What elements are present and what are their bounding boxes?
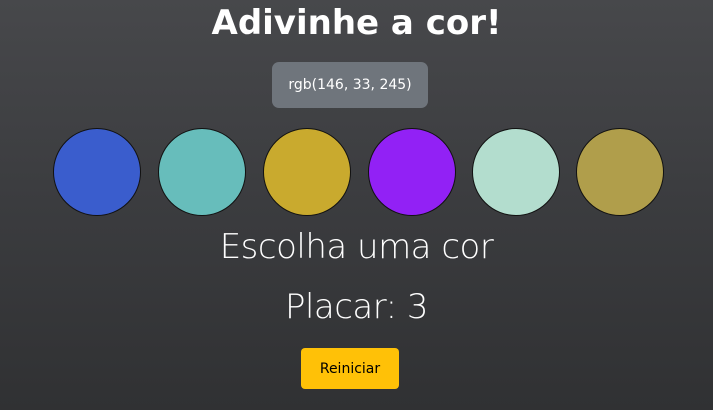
game-title: Adivinhe a cor! (211, 3, 502, 43)
score-display: Placar: 3 (284, 287, 429, 327)
color-swatch[interactable] (263, 128, 351, 216)
color-swatch[interactable] (53, 128, 141, 216)
status-message: Escolha uma cor (219, 227, 494, 267)
color-swatch-row (53, 128, 665, 216)
color-swatch[interactable] (368, 128, 456, 216)
target-rgb-label: rgb(146, 33, 245) (288, 77, 412, 93)
target-color-badge: rgb(146, 33, 245) (272, 62, 428, 108)
color-swatch[interactable] (576, 128, 664, 216)
color-swatch[interactable] (158, 128, 246, 216)
restart-button[interactable]: Reiniciar (301, 348, 399, 389)
color-swatch[interactable] (472, 128, 560, 216)
